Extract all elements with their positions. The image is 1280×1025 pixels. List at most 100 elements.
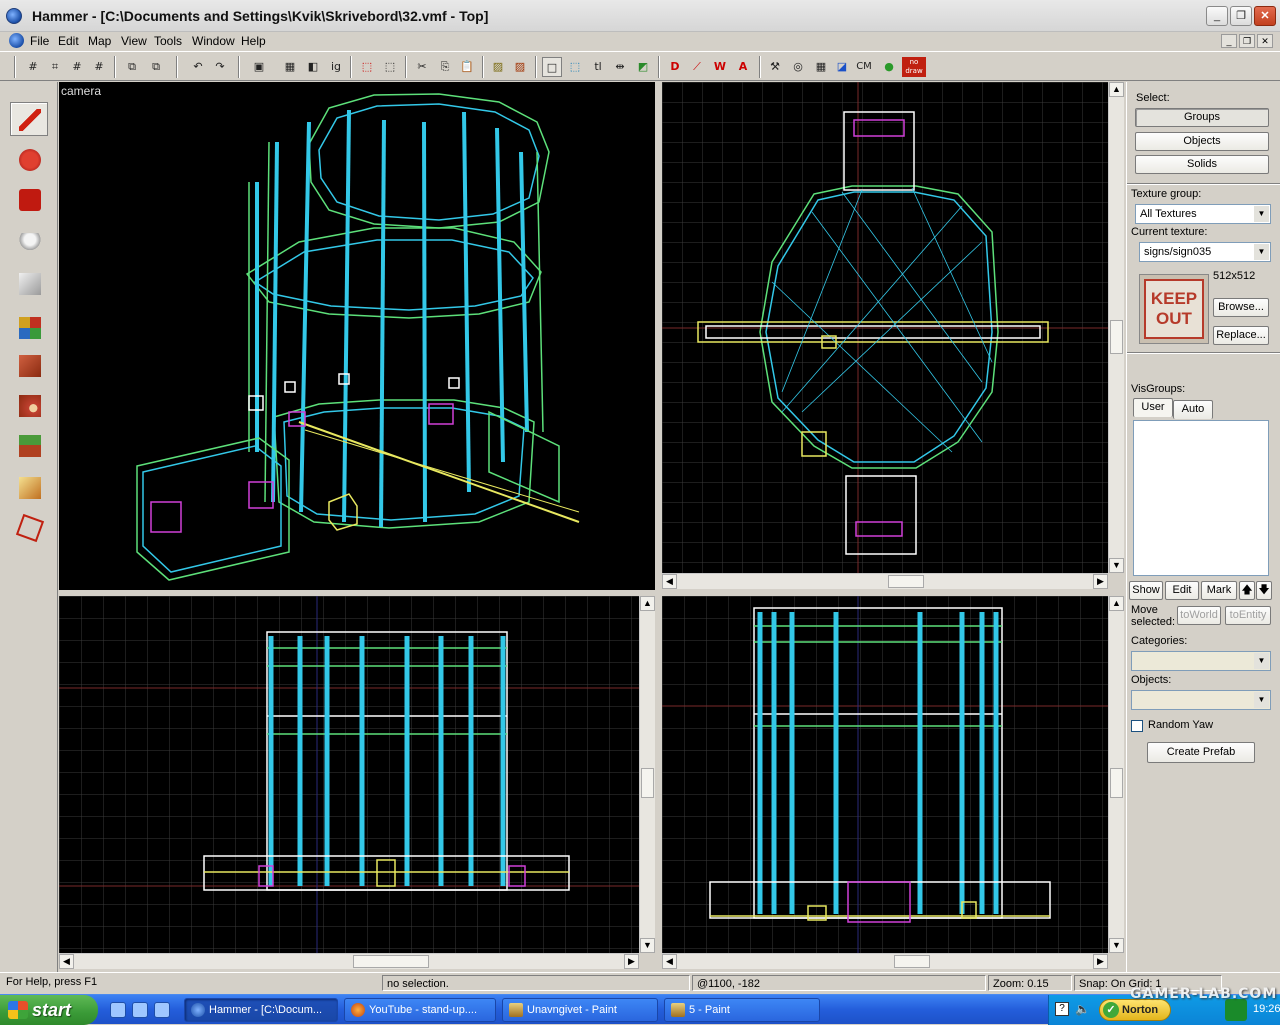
block-tool-icon[interactable]: [10, 266, 48, 300]
move-up-icon[interactable]: 🡅: [1239, 581, 1255, 600]
magnify-tool-icon[interactable]: [10, 142, 48, 176]
task-firefox[interactable]: YouTube - stand-up....: [344, 998, 496, 1022]
scroll-left-icon[interactable]: ◀: [662, 574, 677, 589]
scroll-thumb[interactable]: [1110, 768, 1123, 798]
replace-button[interactable]: Replace...: [1213, 326, 1269, 345]
ignore-groups-icon[interactable]: ig: [326, 57, 346, 77]
3d-grid-icon[interactable]: ⌗: [45, 57, 65, 77]
front-viewport[interactable]: [59, 596, 639, 953]
texture-preview[interactable]: KEEP OUT: [1139, 274, 1209, 344]
objects-select[interactable]: ▼: [1131, 690, 1271, 710]
scroll-up-icon[interactable]: ▲: [640, 596, 655, 611]
visgroup-show-button[interactable]: Show: [1129, 581, 1163, 600]
document-icon[interactable]: [9, 33, 24, 48]
menu-window[interactable]: Window: [192, 34, 235, 48]
to-entity-button[interactable]: toEntity: [1225, 606, 1271, 625]
check-problems-icon[interactable]: ◎: [788, 57, 808, 77]
texture-group-select[interactable]: All Textures ▼: [1135, 204, 1271, 224]
ungroup-icon[interactable]: ⧉: [146, 57, 166, 77]
carve-icon[interactable]: ▣: [249, 57, 269, 77]
selection-icon[interactable]: ⬚: [565, 57, 585, 77]
top-viewport-hscroll[interactable]: ◀ ▶: [662, 573, 1108, 589]
select-objects-button[interactable]: Objects: [1135, 132, 1269, 151]
side-viewport-vscroll[interactable]: ▲ ▼: [1108, 596, 1124, 953]
camera-viewport[interactable]: camera: [59, 82, 655, 590]
scroll-down-icon[interactable]: ▼: [1109, 558, 1124, 573]
scroll-right-icon[interactable]: ▶: [624, 954, 639, 969]
menu-map[interactable]: Map: [88, 34, 111, 48]
mdi-minimize-button[interactable]: _: [1221, 34, 1237, 48]
nodraw-icon[interactable]: no draw: [902, 57, 926, 77]
tray-app-icon[interactable]: [1225, 999, 1247, 1021]
maximize-button[interactable]: ❐: [1230, 6, 1252, 26]
run-map-icon[interactable]: W: [710, 57, 730, 77]
texture-lock-icon[interactable]: ▨: [488, 57, 508, 77]
tab-auto[interactable]: Auto: [1173, 400, 1213, 419]
outlook-quicklaunch-icon[interactable]: [132, 1002, 148, 1018]
toggle-2d-icon[interactable]: ⟋: [687, 57, 707, 77]
close-button[interactable]: ✕: [1254, 6, 1276, 26]
grid-toggle-icon[interactable]: #: [23, 57, 43, 77]
vertical-splitter[interactable]: [655, 82, 662, 972]
menu-view[interactable]: View: [121, 34, 147, 48]
scroll-down-icon[interactable]: ▼: [640, 938, 655, 953]
scroll-right-icon[interactable]: ▶: [1093, 954, 1108, 969]
mdi-close-button[interactable]: ✕: [1257, 34, 1273, 48]
scroll-thumb[interactable]: [894, 955, 930, 968]
top-viewport[interactable]: [662, 82, 1108, 573]
scroll-up-icon[interactable]: ▲: [1109, 82, 1124, 97]
help-icon[interactable]: ?: [1055, 1002, 1069, 1016]
texture-scale-icon[interactable]: ▨: [510, 57, 530, 77]
map-info-icon[interactable]: ▦: [811, 57, 831, 77]
mdi-restore-button[interactable]: ❐: [1239, 34, 1255, 48]
cordon-icon[interactable]: ⬚: [357, 57, 377, 77]
start-button[interactable]: start: [0, 995, 98, 1025]
sky-icon[interactable]: ●: [879, 57, 899, 77]
scroll-thumb[interactable]: [353, 955, 429, 968]
categories-select[interactable]: ▼: [1131, 651, 1271, 671]
select-groups-button[interactable]: Groups: [1135, 108, 1269, 127]
scroll-left-icon[interactable]: ◀: [662, 954, 677, 969]
menu-file[interactable]: File: [30, 34, 49, 48]
toggle-3d-icon[interactable]: D: [665, 57, 685, 77]
side-viewport[interactable]: [662, 596, 1108, 953]
browse-button[interactable]: Browse...: [1213, 298, 1269, 317]
move-down-icon[interactable]: 🡇: [1256, 581, 1272, 600]
overlay-tool-icon[interactable]: [10, 428, 48, 462]
side-viewport-hscroll[interactable]: ◀ ▶: [662, 953, 1108, 969]
models-icon[interactable]: ◩: [633, 57, 653, 77]
cordon-toggle-icon[interactable]: ⬚: [380, 57, 400, 77]
scroll-thumb[interactable]: [1110, 320, 1123, 354]
selection-tool-icon[interactable]: [10, 102, 48, 136]
decal-tool-icon[interactable]: [10, 388, 48, 422]
undo-icon[interactable]: ↶: [188, 57, 208, 77]
display-icon[interactable]: A: [733, 57, 753, 77]
scroll-right-icon[interactable]: ▶: [1093, 574, 1108, 589]
hollow-icon[interactable]: ▦: [280, 57, 300, 77]
smaller-grid-icon[interactable]: #: [67, 57, 87, 77]
entity-report-icon[interactable]: ⚒: [765, 57, 785, 77]
cut-icon[interactable]: ✂: [412, 57, 432, 77]
copy-icon[interactable]: ⎘: [435, 57, 455, 77]
current-texture-select[interactable]: signs/sign035 ▼: [1139, 242, 1271, 262]
tab-user[interactable]: User: [1133, 398, 1173, 417]
scroll-up-icon[interactable]: ▲: [1109, 596, 1124, 611]
menu-edit[interactable]: Edit: [58, 34, 79, 48]
clipping-tool-icon[interactable]: [10, 470, 48, 504]
tl-icon[interactable]: tl: [588, 57, 608, 77]
task-hammer[interactable]: Hammer - [C:\Docum...: [184, 998, 338, 1022]
camera-tool-icon[interactable]: [10, 182, 48, 216]
select-solids-button[interactable]: Solids: [1135, 155, 1269, 174]
entity-tool-icon[interactable]: [10, 226, 48, 260]
visgroup-mark-button[interactable]: Mark: [1201, 581, 1237, 600]
paste-icon[interactable]: 📋: [457, 57, 477, 77]
minimize-button[interactable]: _: [1206, 6, 1228, 26]
scroll-left-icon[interactable]: ◀: [59, 954, 74, 969]
menu-tools[interactable]: Tools: [154, 34, 182, 48]
scroll-thumb[interactable]: [888, 575, 924, 588]
random-yaw-checkbox[interactable]: [1131, 720, 1143, 732]
redo-icon[interactable]: ↷: [210, 57, 230, 77]
front-viewport-hscroll[interactable]: ◀ ▶: [59, 953, 639, 969]
apply-current-texture-icon[interactable]: [10, 348, 48, 382]
larger-grid-icon[interactable]: #: [89, 57, 109, 77]
